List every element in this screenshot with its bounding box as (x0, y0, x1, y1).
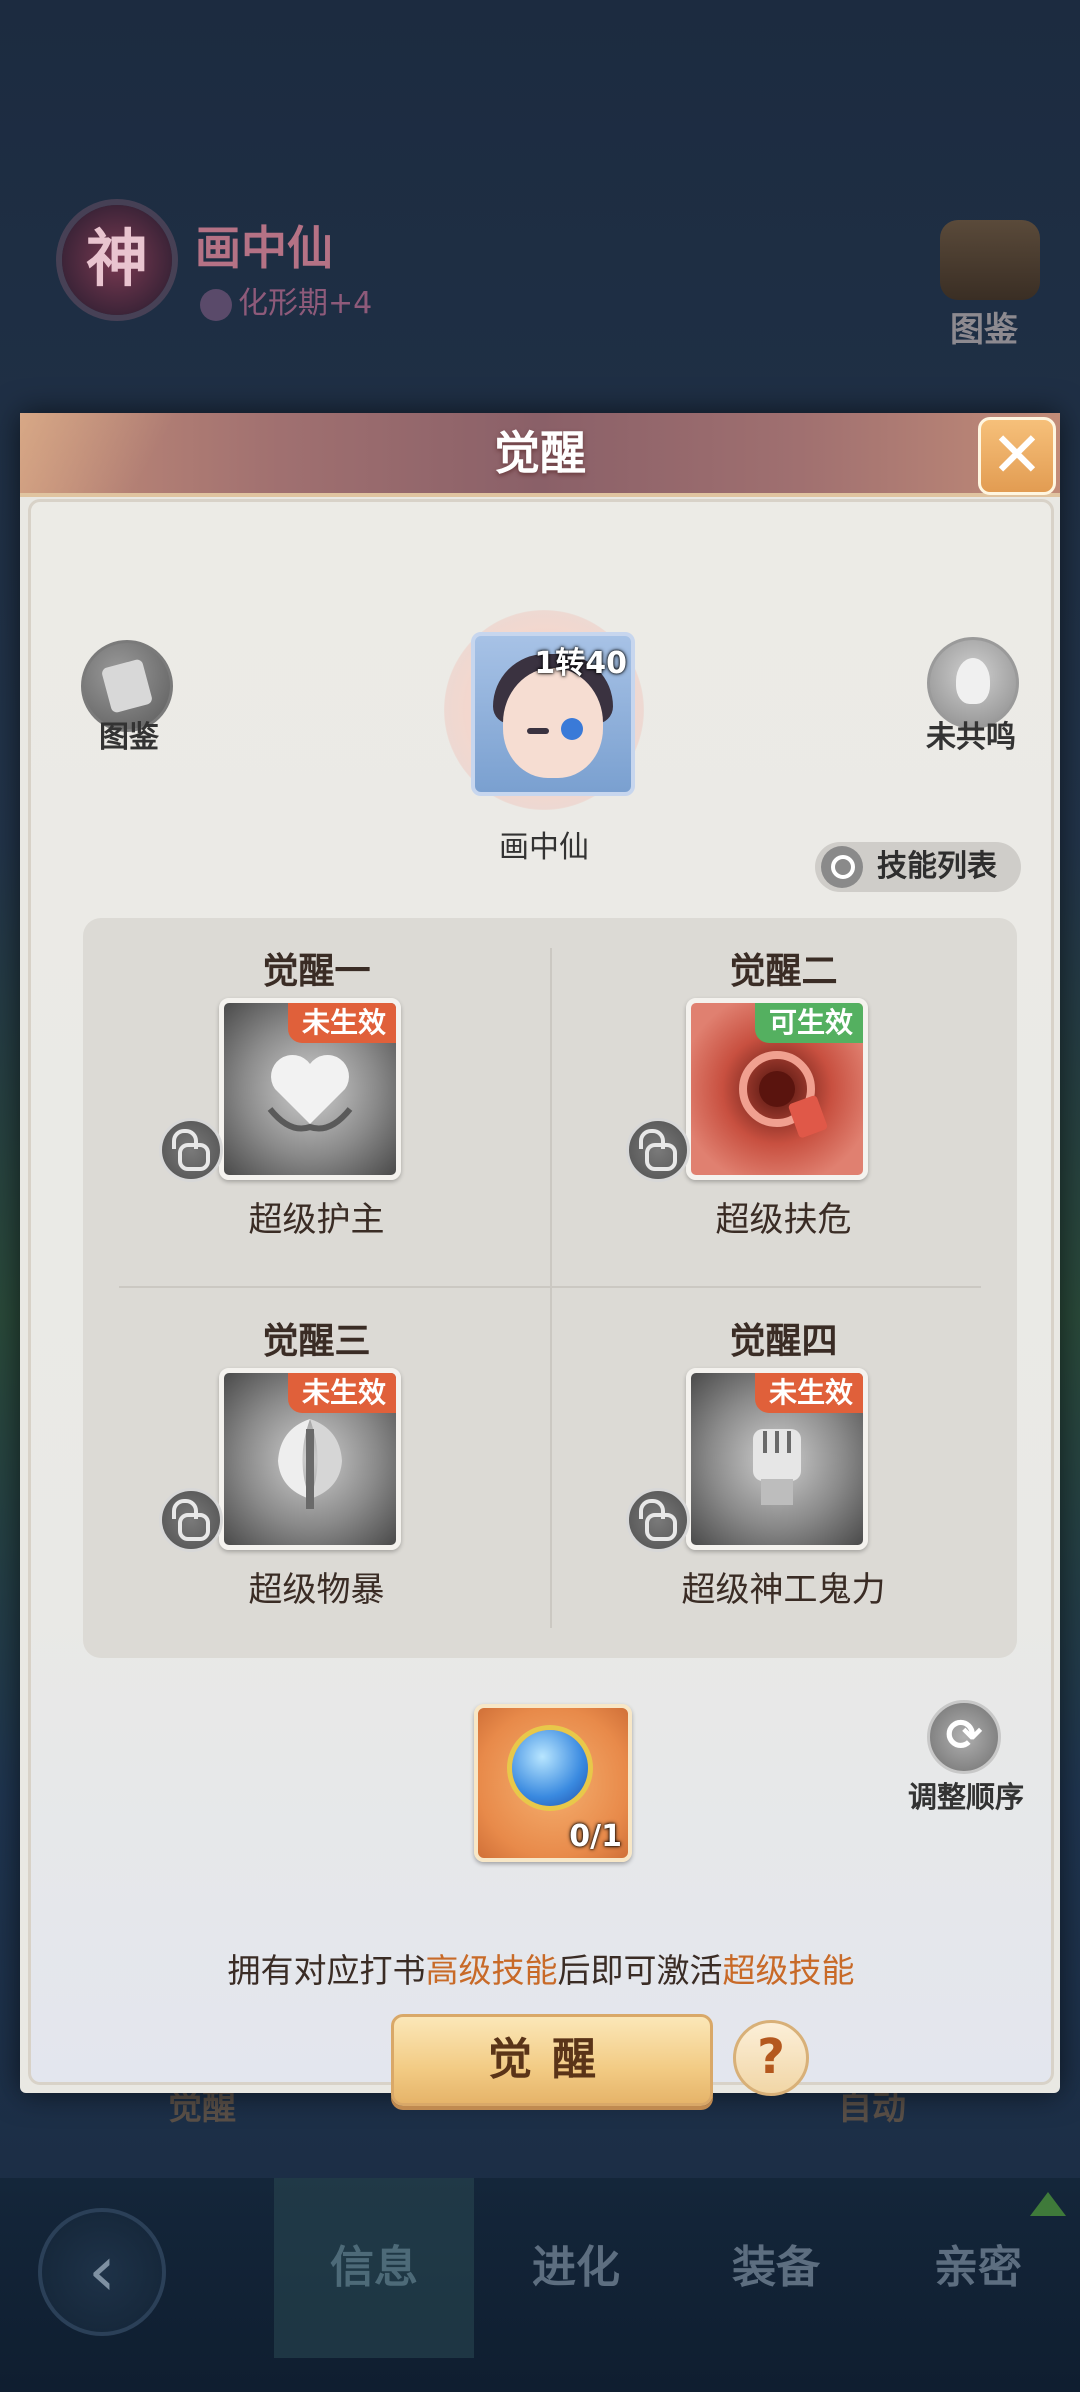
pet-portrait[interactable]: 1转40 (471, 632, 635, 796)
awaken-slot-title: 觉醒二 (729, 951, 838, 992)
resonate-label: 未共鸣 (926, 720, 1016, 755)
hint-part-2: 后即可激活 (557, 1951, 723, 1990)
pet-name: 画中仙 (499, 830, 589, 865)
hint-part-1: 拥有对应打书 (227, 1951, 426, 1990)
awaken-slot-2[interactable]: 觉醒二 可生效 超级扶危 (550, 918, 1017, 1288)
swirl-art (739, 1051, 827, 1138)
unlock-icon (159, 1118, 223, 1182)
skill-list-button[interactable]: 技能列表 (815, 842, 1021, 892)
skill-list-label: 技能列表 (877, 849, 997, 884)
awaken-dialog: 觉醒 ✕ 图鉴 未共鸣 1转40 画中仙 技能列表 觉醒一 未生效 超级护主 觉… (20, 413, 1060, 2106)
adjust-order-label: 调整顺序 (907, 1780, 1024, 1814)
stage-icon (200, 288, 232, 321)
red-swirl-icon[interactable]: 可生效 (686, 998, 868, 1180)
heart-art (267, 1054, 353, 1132)
hint-highlight-1: 高级技能 (425, 1951, 558, 1990)
background-pet-stage: 化形期+4 (200, 278, 372, 322)
tab-info[interactable]: 信息 (274, 2178, 474, 2358)
background-pet-name: 画中仙 (195, 221, 333, 275)
pet-eye (561, 718, 583, 740)
awaken-slot-title: 觉醒三 (262, 1321, 371, 1362)
awaken-button[interactable]: 觉醒 (391, 2014, 713, 2106)
blue-orb-icon (512, 1730, 588, 1806)
background-tujian-label: 图鉴 (950, 310, 1018, 350)
fist-art (753, 1429, 801, 1505)
awaken-slot-title: 觉醒四 (729, 1321, 838, 1362)
unlock-icon (159, 1488, 223, 1552)
status-badge: 未生效 (754, 1373, 863, 1413)
dialog-header: 觉醒 ✕ (20, 413, 1060, 497)
tujian-label: 图鉴 (99, 720, 159, 755)
awaken-item-slot[interactable]: 0/1 (474, 1704, 632, 1862)
awaken-slots-grid: 觉醒一 未生效 超级护主 觉醒二 可生效 超级扶危 觉醒三 未生效 超级物暴 觉… (83, 918, 1017, 1658)
upgrade-arrow-icon (1030, 2192, 1066, 2216)
close-button[interactable]: ✕ (978, 417, 1056, 495)
skill-name: 超级扶危 (715, 1200, 852, 1240)
tab-evolve[interactable]: 进化 (476, 2178, 676, 2358)
unlock-icon (626, 1118, 690, 1182)
pet-face (503, 668, 603, 778)
awaken-slot-title: 觉醒一 (262, 951, 371, 992)
pet-eye-wink (527, 728, 549, 734)
background-book-icon (940, 220, 1040, 300)
refresh-icon[interactable]: ⟳ (927, 1700, 1001, 1774)
skill-name: 超级神工鬼力 (681, 1570, 886, 1610)
tab-equip[interactable]: 装备 (676, 2178, 876, 2358)
status-badge: 未生效 (287, 1373, 396, 1413)
status-badge: 可生效 (754, 1003, 863, 1043)
status-badge: 未生效 (287, 1003, 396, 1043)
unlock-icon (626, 1488, 690, 1552)
awaken-slot-4[interactable]: 觉醒四 未生效 超级神工鬼力 (550, 1288, 1017, 1658)
pet-level-badge: 1转40 (534, 646, 627, 681)
awaken-hint-text: 拥有对应打书高级技能后即可激活超级技能 (31, 1944, 1051, 1992)
background-stage-text: 化形期+4 (238, 286, 373, 321)
heart-hands-icon[interactable]: 未生效 (219, 998, 401, 1180)
axe-icon[interactable]: 未生效 (219, 1368, 401, 1550)
bottom-nav: ‹ 信息 进化 装备 亲密 (0, 2178, 1080, 2392)
dialog-title: 觉醒 (494, 426, 586, 480)
item-count: 0/1 (569, 1819, 622, 1854)
help-icon[interactable]: ? (733, 2020, 809, 2096)
back-arrow-icon[interactable]: ‹ (38, 2208, 166, 2336)
awaken-slot-1[interactable]: 觉醒一 未生效 超级护主 (83, 918, 550, 1288)
skill-name: 超级物暴 (248, 1570, 385, 1610)
awaken-slot-3[interactable]: 觉醒三 未生效 超级物暴 (83, 1288, 550, 1658)
fist-icon[interactable]: 未生效 (686, 1368, 868, 1550)
pet-type-emblem: 神 (62, 205, 172, 315)
dialog-body: 图鉴 未共鸣 1转40 画中仙 技能列表 觉醒一 未生效 超级护主 觉醒二 可生… (28, 499, 1054, 2106)
hint-highlight-2: 超级技能 (722, 1951, 855, 1990)
search-icon (821, 846, 863, 888)
axe-art (278, 1419, 342, 1509)
skill-name: 超级护主 (248, 1200, 385, 1240)
